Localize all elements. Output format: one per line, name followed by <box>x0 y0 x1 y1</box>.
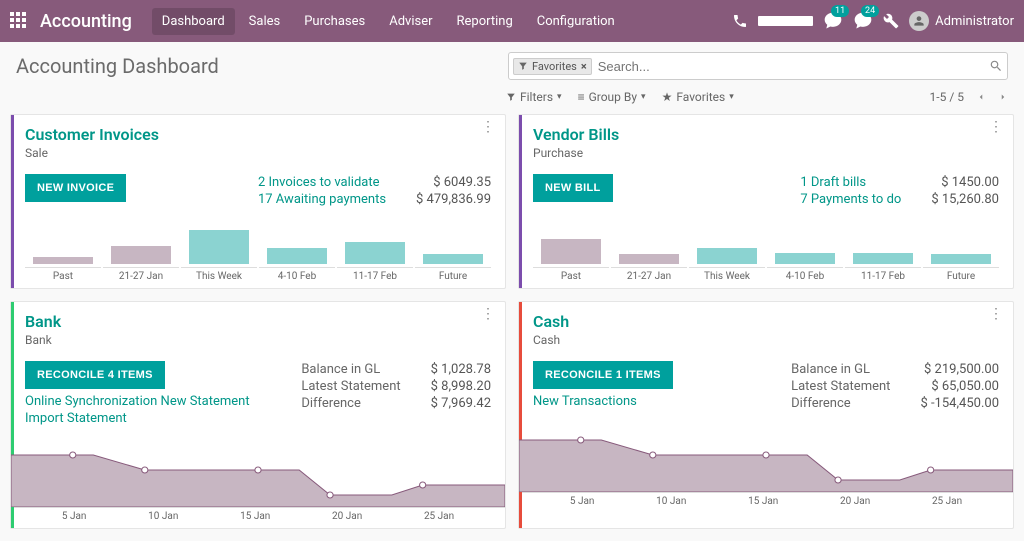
card-title[interactable]: Vendor Bills <box>533 125 999 144</box>
avatar <box>909 11 929 31</box>
nav-purchases[interactable]: Purchases <box>294 8 375 35</box>
user-name: Administrator <box>935 14 1014 29</box>
latest-statement-value: $ 65,050.00 <box>920 378 999 395</box>
nav-adviser[interactable]: Adviser <box>379 8 442 35</box>
search-controls: Filters▾ ≡Group By▾ ★Favorites▾ <box>506 90 734 104</box>
balance-gl-label: Balance in GL <box>301 361 400 378</box>
progress-bar <box>758 16 813 26</box>
controls-row: Filters▾ ≡Group By▾ ★Favorites▾ 1-5 / 5 <box>0 84 1024 114</box>
latest-statement-label: Latest Statement <box>791 378 890 395</box>
reconcile-bank-button[interactable]: RECONCILE 4 ITEMS <box>25 361 165 389</box>
payments-to-do-link[interactable]: 7 Payments to do <box>800 192 901 207</box>
new-transactions-link[interactable]: New Transactions <box>533 393 673 410</box>
search-box[interactable]: Favorites × <box>508 52 1008 80</box>
awaiting-payments-link[interactable]: 17 Awaiting payments <box>258 192 386 207</box>
difference-value: $ -154,450.00 <box>920 395 999 412</box>
search-input[interactable] <box>592 59 989 74</box>
activities-icon[interactable]: 24 <box>853 11 873 31</box>
nav-reporting[interactable]: Reporting <box>447 8 523 35</box>
card-title[interactable]: Bank <box>25 312 491 331</box>
main-nav: Dashboard Sales Purchases Adviser Report… <box>152 8 625 35</box>
card-accent <box>519 115 522 288</box>
card-menu-icon[interactable]: ⋮ <box>481 312 495 316</box>
groupby-toggle[interactable]: ≡Group By▾ <box>578 90 646 104</box>
import-statement-link[interactable]: Import Statement <box>25 410 250 427</box>
page-title: Accounting Dashboard <box>16 54 219 78</box>
new-bill-button[interactable]: NEW BILL <box>533 174 613 202</box>
invoices-to-validate-amount: $ 6049.35 <box>416 174 491 191</box>
search-facet-favorites[interactable]: Favorites × <box>513 58 592 75</box>
pager: 1-5 / 5 <box>930 90 1008 104</box>
cash-area-chart <box>519 420 1013 492</box>
star-icon: ★ <box>662 90 673 104</box>
bills-bar-chart: Past 21-27 Jan This Week 4-10 Feb 11-17 … <box>533 222 999 282</box>
dashboard-cards: ⋮ Customer Invoices Sale NEW INVOICE 2 I… <box>0 114 1024 541</box>
card-menu-icon[interactable]: ⋮ <box>481 125 495 129</box>
filters-toggle[interactable]: Filters▾ <box>506 90 562 104</box>
messages-icon[interactable]: 11 <box>823 11 843 31</box>
card-bank: ⋮ Bank Bank RECONCILE 4 ITEMS Online Syn… <box>10 301 506 529</box>
chart-x-axis: 5 Jan10 Jan15 Jan20 Jan25 Jan <box>11 507 505 522</box>
card-menu-icon[interactable]: ⋮ <box>989 312 1003 316</box>
facet-label: Favorites <box>532 60 577 73</box>
card-subtitle: Purchase <box>533 146 999 160</box>
pager-prev-icon[interactable] <box>976 92 986 102</box>
balance-gl-label: Balance in GL <box>791 361 890 378</box>
filter-icon <box>518 61 528 71</box>
card-accent <box>519 302 522 528</box>
card-subtitle: Bank <box>25 333 491 347</box>
card-cash: ⋮ Cash Cash RECONCILE 1 ITEMS New Transa… <box>518 301 1014 529</box>
search-area: Favorites × <box>508 52 1008 80</box>
payments-to-do-amount: $ 15,260.80 <box>931 191 999 208</box>
new-invoice-button[interactable]: NEW INVOICE <box>25 174 126 202</box>
online-sync-link[interactable]: Online Synchronization New Statement <box>25 393 250 410</box>
card-accent <box>11 115 14 288</box>
awaiting-payments-amount: $ 479,836.99 <box>416 191 491 208</box>
reconcile-cash-button[interactable]: RECONCILE 1 ITEMS <box>533 361 673 389</box>
phone-icon[interactable] <box>732 13 748 29</box>
facet-remove-icon[interactable]: × <box>581 60 587 73</box>
favorites-toggle[interactable]: ★Favorites▾ <box>662 90 734 104</box>
list-icon: ≡ <box>578 90 585 104</box>
latest-statement-value: $ 8,998.20 <box>431 378 491 395</box>
search-icon[interactable] <box>989 59 1003 73</box>
invoices-bar-chart: Past 21-27 Jan This Week 4-10 Feb 11-17 … <box>25 222 491 282</box>
topbar-right: 11 24 Administrator <box>732 11 1014 31</box>
card-subtitle: Sale <box>25 146 491 160</box>
brand-title: Accounting <box>40 11 132 32</box>
user-menu[interactable]: Administrator <box>909 11 1014 31</box>
card-title[interactable]: Customer Invoices <box>25 125 491 144</box>
messages-count: 11 <box>831 5 849 17</box>
draft-bills-amount: $ 1450.00 <box>931 174 999 191</box>
balance-gl-value: $ 219,500.00 <box>920 361 999 378</box>
funnel-icon <box>506 92 516 102</box>
draft-bills-link[interactable]: 1 Draft bills <box>800 175 866 190</box>
latest-statement-label: Latest Statement <box>301 378 400 395</box>
debug-icon[interactable] <box>883 13 899 29</box>
pager-text: 1-5 / 5 <box>930 90 964 104</box>
card-title[interactable]: Cash <box>533 312 999 331</box>
pager-next-icon[interactable] <box>998 92 1008 102</box>
nav-dashboard[interactable]: Dashboard <box>152 8 235 35</box>
card-menu-icon[interactable]: ⋮ <box>989 125 1003 129</box>
apps-icon[interactable] <box>10 12 28 30</box>
top-navbar: Accounting Dashboard Sales Purchases Adv… <box>0 0 1024 42</box>
balance-gl-value: $ 1,028.78 <box>431 361 491 378</box>
card-vendor-bills: ⋮ Vendor Bills Purchase NEW BILL 1 Draft… <box>518 114 1014 289</box>
card-customer-invoices: ⋮ Customer Invoices Sale NEW INVOICE 2 I… <box>10 114 506 289</box>
subheader: Accounting Dashboard Favorites × <box>0 42 1024 84</box>
bank-area-chart <box>11 435 505 507</box>
difference-value: $ 7,969.42 <box>431 395 491 412</box>
nav-configuration[interactable]: Configuration <box>527 8 625 35</box>
card-subtitle: Cash <box>533 333 999 347</box>
activities-count: 24 <box>861 5 879 17</box>
difference-label: Difference <box>301 395 400 412</box>
nav-sales[interactable]: Sales <box>239 8 291 35</box>
difference-label: Difference <box>791 395 890 412</box>
invoices-to-validate-link[interactable]: 2 Invoices to validate <box>258 175 380 190</box>
chart-x-axis: 5 Jan10 Jan15 Jan20 Jan25 Jan <box>519 492 1013 507</box>
